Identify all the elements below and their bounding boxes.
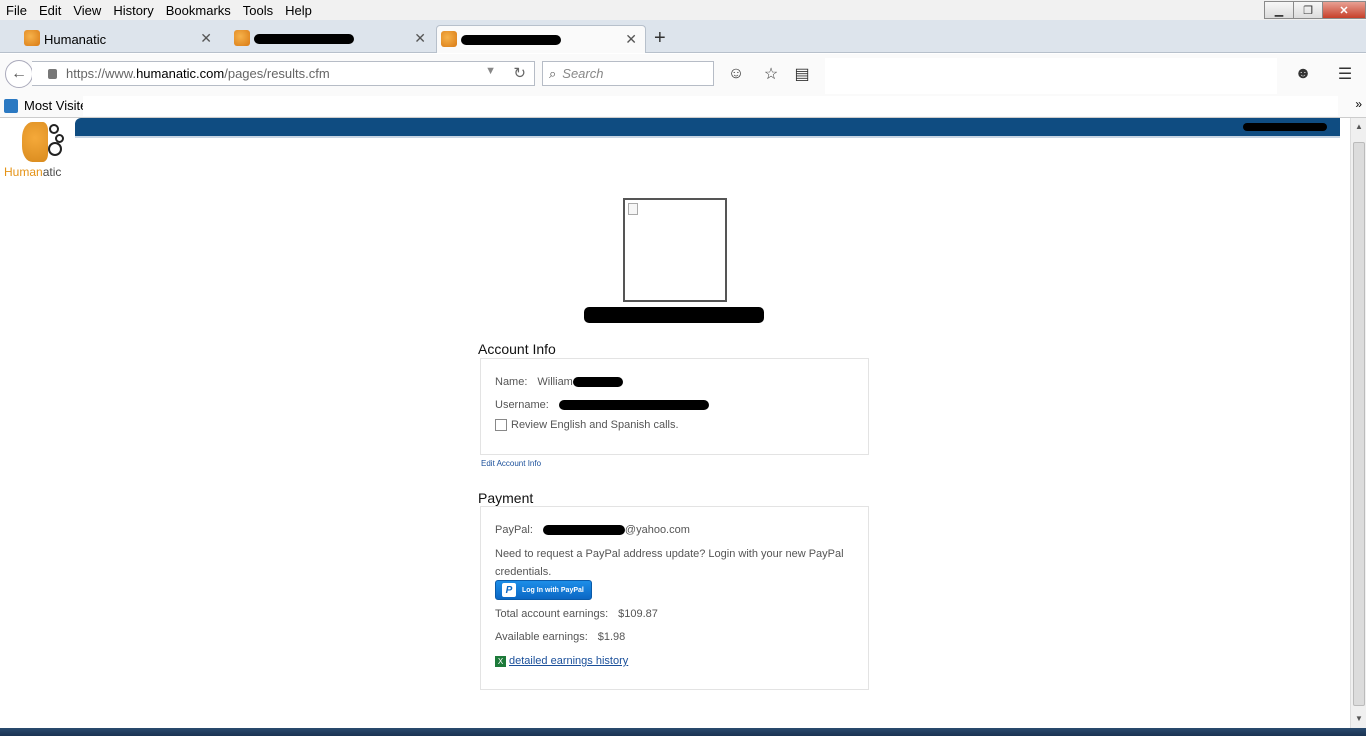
redacted-username: [558, 400, 709, 410]
redacted-tab-title: [254, 34, 354, 44]
excel-icon: X: [495, 655, 506, 667]
menu-edit[interactable]: Edit: [33, 3, 67, 18]
name-value: William: [537, 376, 573, 388]
search-placeholder: Search: [562, 66, 604, 81]
humanatic-favicon-icon: [24, 30, 40, 46]
reading-list-icon[interactable]: ▤: [792, 64, 812, 84]
paypal-icon: P: [502, 583, 516, 597]
menu-view[interactable]: View: [67, 3, 107, 18]
menu-tools[interactable]: Tools: [237, 3, 279, 18]
login-with-paypal-button[interactable]: P Log In with PayPal: [495, 580, 592, 600]
gear-icon: [48, 142, 62, 156]
scroll-up-icon[interactable]: ▲: [1355, 122, 1363, 131]
redacted-toolbar-area: [825, 58, 1277, 94]
available-earnings-label: Available earnings:: [495, 631, 588, 643]
earnings-history-row: X detailed earnings history: [495, 655, 628, 667]
tab-profile[interactable]: ✕: [230, 25, 434, 53]
url-path: /pages/results.cfm: [224, 66, 330, 81]
lock-icon: [48, 68, 57, 79]
profile-name: [584, 306, 764, 329]
navigation-bar: ← https://www. humanatic.com/pages/result…: [0, 54, 1366, 94]
paypal-update-text: Need to request a PayPal address update?…: [495, 548, 844, 578]
paypal-row: PayPal: @yahoo.com: [495, 524, 690, 536]
paypal-button-label: Log In with PayPal: [522, 586, 584, 594]
review-label: Review English and Spanish calls.: [511, 419, 679, 431]
url-host: humanatic.com: [136, 66, 225, 81]
windows-taskbar: [0, 728, 1366, 736]
close-tab-icon[interactable]: ✕: [200, 30, 212, 47]
available-earnings-row: Available earnings: $1.98: [495, 631, 625, 643]
edit-account-info-link[interactable]: Edit Account Info: [481, 459, 541, 468]
bookmarks-overflow-icon[interactable]: »: [1355, 97, 1362, 111]
name-row: Name: William: [495, 376, 623, 388]
menu-hamburger-icon[interactable]: ☰: [1335, 64, 1355, 84]
back-button[interactable]: ←: [5, 60, 33, 88]
paypal-label: PayPal:: [495, 524, 533, 536]
page-content: Humanatic Account Info Name: William Use…: [0, 118, 1350, 728]
tab-strip: Humanatic ✕ ✕ ✕ +: [0, 20, 1366, 53]
humanatic-favicon-icon: [441, 31, 457, 47]
bookmark-most-visited[interactable]: Most Visite: [24, 98, 87, 113]
menu-help[interactable]: Help: [279, 3, 318, 18]
redacted-profile-name: [584, 307, 764, 323]
available-earnings-value: $1.98: [597, 631, 626, 643]
redacted-user-menu: [1243, 123, 1327, 131]
paypal-value: @yahoo.com: [624, 524, 690, 536]
username-label: Username:: [495, 399, 549, 411]
total-earnings-value: $109.87: [618, 608, 658, 620]
url-prefix: https://www.: [66, 66, 137, 81]
redacted-tab-title: [461, 34, 561, 45]
search-input[interactable]: ⌕ Search: [542, 61, 714, 86]
scroll-down-icon[interactable]: ▼: [1355, 714, 1363, 723]
redacted-surname: [572, 377, 623, 387]
redacted-email: [542, 525, 625, 535]
logo-wordmark: Humanatic: [4, 165, 62, 179]
total-earnings-label: Total account earnings:: [495, 608, 609, 620]
close-window-button[interactable]: ✕: [1322, 1, 1366, 19]
humanatic-favicon-icon: [234, 30, 250, 46]
most-visited-icon: [4, 98, 18, 113]
tab-label: Humanatic: [44, 31, 107, 47]
total-earnings-row: Total account earnings: $109.87: [495, 608, 658, 620]
username-row: Username:: [495, 399, 709, 411]
search-icon: ⌕: [549, 65, 557, 81]
review-checkbox[interactable]: [495, 419, 507, 431]
back-arrow-icon: ←: [11, 65, 27, 82]
bookmarks-bar: Most Visite »: [0, 94, 1366, 118]
redacted-bookmarks-area: [83, 96, 1338, 116]
gear-icon: [49, 124, 59, 134]
menu-file[interactable]: File: [0, 3, 33, 18]
tab-results-active[interactable]: ✕: [436, 25, 646, 53]
account-info-title: Account Info: [478, 341, 556, 357]
payment-title: Payment: [478, 490, 534, 506]
menu-bookmarks[interactable]: Bookmarks: [160, 3, 237, 18]
tab-humanatic[interactable]: Humanatic ✕: [20, 25, 220, 53]
menu-bar: File Edit View History Bookmarks Tools H…: [0, 0, 1366, 20]
close-tab-icon[interactable]: ✕: [414, 30, 426, 47]
window-controls: ▁ ❐ ✕: [1264, 1, 1366, 19]
humanatic-logo[interactable]: Humanatic: [4, 120, 74, 180]
menu-history[interactable]: History: [107, 3, 159, 18]
scrollbar-thumb[interactable]: [1353, 142, 1365, 706]
profile-photo: [623, 198, 727, 302]
account-info-panel: Name: William Username: Review English a…: [480, 358, 869, 455]
reload-icon[interactable]: ↻: [513, 64, 526, 82]
chat-icon[interactable]: ☻: [1293, 64, 1313, 84]
close-tab-icon[interactable]: ✕: [625, 31, 637, 48]
extension-icon[interactable]: ☺: [726, 64, 746, 84]
new-tab-button[interactable]: +: [654, 27, 666, 50]
broken-image-icon: [628, 203, 638, 215]
vertical-scrollbar[interactable]: ▲ ▼: [1350, 118, 1366, 728]
brain-icon: [22, 122, 48, 162]
url-dropdown-icon[interactable]: ▼: [485, 65, 496, 77]
bookmark-star-icon[interactable]: ☆: [761, 64, 781, 84]
review-row: Review English and Spanish calls.: [495, 419, 679, 431]
header-band: [75, 118, 1340, 138]
url-bar[interactable]: https://www. humanatic.com/pages/results.…: [32, 61, 535, 86]
earnings-history-link[interactable]: detailed earnings history: [509, 655, 628, 667]
minimize-button[interactable]: ▁: [1264, 1, 1294, 19]
payment-panel: PayPal: @yahoo.com Need to request a Pay…: [480, 506, 869, 690]
restore-button[interactable]: ❐: [1293, 1, 1323, 19]
name-label: Name:: [495, 376, 528, 388]
